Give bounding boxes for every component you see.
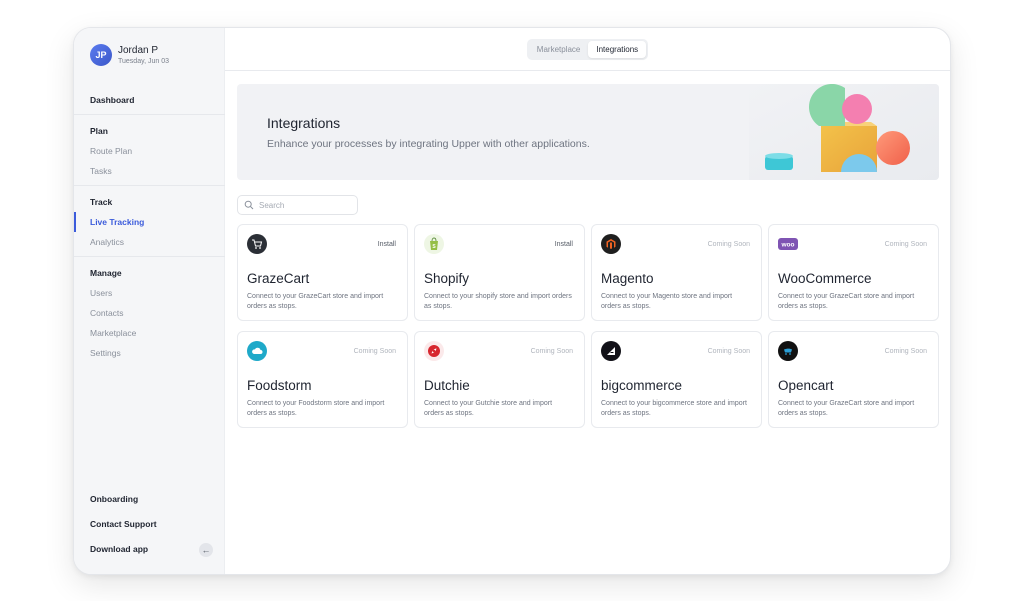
sidebar-item-contact-support[interactable]: Contact Support — [74, 512, 225, 537]
integration-name: Opencart — [778, 378, 834, 393]
integration-card-grazecart[interactable]: Install GrazeCart Connect to your GrazeC… — [237, 224, 408, 321]
opencart-icon — [778, 341, 798, 361]
sidebar-item-tasks[interactable]: Tasks — [74, 161, 225, 181]
coming-soon-badge: Coming Soon — [884, 348, 927, 355]
integration-card-opencart[interactable]: Coming Soon Opencart Connect to your Gra… — [768, 331, 939, 428]
integration-card-foodstorm[interactable]: Coming Soon Foodstorm Connect to your Fo… — [237, 331, 408, 428]
avatar: JP — [90, 44, 112, 66]
integration-card-dutchie[interactable]: Coming Soon Dutchie Connect to your Gutc… — [414, 331, 585, 428]
sidebar-item-route-plan[interactable]: Route Plan — [74, 141, 225, 161]
integration-name: GrazeCart — [247, 271, 310, 286]
sidebar-nav: Dashboard Plan Route Plan Tasks Track Li… — [74, 90, 225, 363]
integration-description: Connect to your Magento store and import… — [601, 293, 733, 310]
dutchie-icon — [424, 341, 444, 361]
install-button[interactable]: Install — [378, 241, 396, 248]
sidebar-item-settings[interactable]: Settings — [74, 343, 225, 363]
sidebar-heading-track: Track — [90, 197, 113, 207]
download-app-label: Download app — [90, 544, 149, 554]
sidebar-heading-plan: Plan — [90, 126, 108, 136]
coming-soon-badge: Coming Soon — [707, 348, 750, 355]
sidebar-item-analytics[interactable]: Analytics — [74, 232, 225, 252]
integration-name: bigcommerce — [601, 378, 683, 393]
coming-soon-badge: Coming Soon — [884, 241, 927, 248]
profile-date: Tuesday, Jun 03 — [118, 57, 169, 65]
coming-soon-badge: Coming Soon — [353, 348, 396, 355]
tab-integrations[interactable]: Integrations — [588, 40, 647, 58]
profile-name: Jordan P — [118, 44, 159, 56]
integration-description: Connect to your GrazeCart store and impo… — [247, 293, 384, 310]
woo-icon: woo — [778, 238, 798, 250]
sidebar-item-dashboard[interactable]: Dashboard — [74, 90, 225, 110]
integration-card-shopify[interactable]: S Install Shopify Connect to your shopif… — [414, 224, 585, 321]
search-input[interactable] — [259, 200, 354, 210]
tab-marketplace[interactable]: Marketplace — [529, 41, 589, 58]
page-title: Integrations — [267, 115, 341, 131]
decorative-shapes-illustration — [749, 84, 939, 180]
collapse-sidebar-icon[interactable]: ← — [199, 543, 213, 557]
search-icon — [244, 200, 254, 210]
integration-name: Magento — [601, 271, 654, 286]
install-button[interactable]: Install — [555, 241, 573, 248]
integration-name: Dutchie — [424, 378, 470, 393]
integration-card-woocommerce[interactable]: woo Coming Soon WooCommerce Connect to y… — [768, 224, 939, 321]
tab-switcher: Marketplace Integrations — [526, 38, 649, 60]
sidebar-item-live-tracking[interactable]: Live Tracking — [74, 212, 225, 232]
magento-icon — [601, 234, 621, 254]
cart-icon — [247, 234, 267, 254]
top-bar: Marketplace Integrations — [225, 28, 950, 71]
divider — [74, 114, 225, 115]
integration-card-bigcommerce[interactable]: Coming Soon bigcommerce Connect to your … — [591, 331, 762, 428]
sidebar-item-download-app[interactable]: Download app ← — [74, 537, 225, 562]
integration-description: Connect to your bigcommerce store and im… — [601, 400, 747, 417]
divider — [74, 256, 225, 257]
integration-name: WooCommerce — [778, 271, 872, 286]
sidebar-item-users[interactable]: Users — [74, 283, 225, 303]
integrations-grid: Install GrazeCart Connect to your GrazeC… — [237, 224, 941, 428]
divider — [74, 185, 225, 186]
integration-description: Connect to your shopify store and import… — [424, 293, 572, 310]
integrations-banner: Integrations Enhance your processes by i… — [237, 84, 939, 180]
sidebar-item-contacts[interactable]: Contacts — [74, 303, 225, 323]
sidebar-item-marketplace[interactable]: Marketplace — [74, 323, 225, 343]
integration-description: Connect to your GrazeCart store and impo… — [778, 400, 915, 417]
sidebar-bottom-nav: Onboarding Contact Support Download app … — [74, 487, 225, 562]
integration-name: Shopify — [424, 271, 470, 286]
shopify-bag-icon: S — [424, 234, 444, 254]
page-subtitle: Enhance your processes by integrating Up… — [267, 138, 590, 150]
integration-description: Connect to your GrazeCart store and impo… — [778, 293, 915, 310]
sidebar-item-onboarding[interactable]: Onboarding — [74, 487, 225, 512]
app-window: JP Jordan P Tuesday, Jun 03 Dashboard Pl… — [73, 27, 951, 575]
search-box[interactable] — [237, 195, 358, 215]
svg-text:woo: woo — [781, 242, 795, 249]
user-profile[interactable]: JP Jordan P Tuesday, Jun 03 — [90, 44, 169, 66]
coming-soon-badge: Coming Soon — [707, 241, 750, 248]
integration-card-magento[interactable]: Coming Soon Magento Connect to your Mage… — [591, 224, 762, 321]
main-content: Marketplace Integrations Integrations En… — [225, 28, 950, 574]
integration-description: Connect to your Gutchie store and import… — [424, 400, 553, 417]
cloud-icon — [247, 341, 267, 361]
integration-description: Connect to your Foodstorm store and impo… — [247, 400, 385, 417]
integration-name: Foodstorm — [247, 378, 312, 393]
bigcommerce-icon — [601, 341, 621, 361]
sidebar: JP Jordan P Tuesday, Jun 03 Dashboard Pl… — [74, 28, 225, 574]
coming-soon-badge: Coming Soon — [530, 348, 573, 355]
sidebar-heading-manage: Manage — [90, 268, 122, 278]
